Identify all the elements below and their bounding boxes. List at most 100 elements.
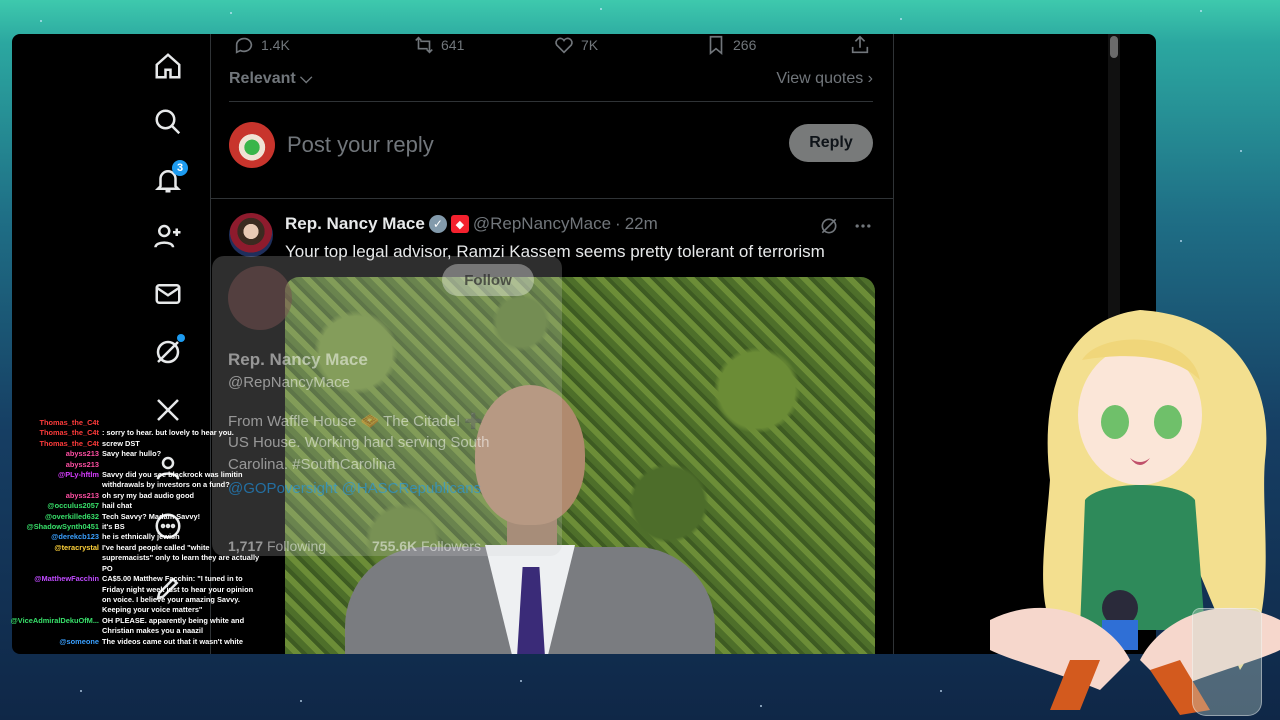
tweet-action-bar: 1.4K 641 7K 266: [231, 34, 873, 56]
follow-button[interactable]: Follow: [442, 264, 534, 296]
share-button[interactable]: [849, 34, 871, 56]
chat-text: hail chat: [102, 501, 132, 511]
chat-text: Savvy did you see blackrock was limitin …: [102, 470, 243, 490]
repost-button[interactable]: 641: [413, 34, 464, 56]
search-icon: [155, 109, 181, 135]
grok-icon[interactable]: [819, 216, 839, 236]
add-person-icon: [154, 224, 181, 248]
chat-username: @PLy-hftlm: [57, 470, 99, 480]
chat-message: abyss213 oh sry my bad audio good: [10, 491, 260, 501]
stream-chat-overlay: Thomas_the_C4t Thomas_the_C4t: sorry to h…: [10, 418, 260, 647]
view-quotes-label: View quotes: [776, 70, 864, 87]
author-handle[interactable]: @RepNancyMace: [473, 214, 611, 234]
nav-follow[interactable]: [144, 212, 192, 260]
chat-message: @MatthewFacchin CA$5.00 Matthew Facchin: …: [10, 574, 260, 616]
hover-card-bio-4: @GOPoversight @HASCRepublicans: [228, 480, 482, 497]
chat-text: it's BS: [102, 522, 125, 532]
nav-messages[interactable]: [144, 270, 192, 318]
chat-username: @someone: [59, 636, 99, 646]
reply-sort-row: Relevant ⌵ View quotes ›: [229, 68, 873, 94]
hover-card-bio-2: US House. Working hard serving South: [228, 434, 490, 451]
chat-username: @MatthewFacchin: [34, 574, 99, 584]
chat-text: oh sry my bad audio good: [102, 490, 194, 500]
chat-username: Thomas_the_C4t: [39, 428, 99, 438]
chat-message: Thomas_the_C4t: sorry to hear. but lovel…: [10, 428, 260, 438]
chat-message: @overkilled632 Tech Savvy? Madam Savvy!: [10, 512, 260, 522]
chat-username: abyss213: [65, 459, 99, 469]
like-count: 7K: [581, 37, 599, 53]
separator-dot: ·: [615, 214, 621, 233]
chat-message: @ViceAdmiralDekuOfM... OH PLEASE. apparen…: [10, 616, 260, 637]
reply-count: 1.4K: [261, 37, 290, 53]
scroll-thumb[interactable]: [1110, 36, 1118, 58]
mail-icon: [155, 284, 181, 304]
tweet-header-actions: [819, 216, 873, 236]
notifications-badge: 3: [172, 160, 188, 176]
chat-message: @PLy-hftlm Savvy did you see blackrock wa…: [10, 470, 260, 491]
sort-label: Relevant: [229, 70, 296, 87]
heart-icon: [555, 37, 573, 54]
affiliation-badge-icon: ◆: [450, 215, 469, 233]
bookmark-icon: [709, 35, 723, 56]
hover-card-followers: 755.6K Followers: [372, 538, 481, 554]
chat-username: @derekcb123: [51, 532, 99, 542]
chat-username: @occulus2057: [47, 501, 99, 511]
chat-text: Savy hear hullo?: [102, 449, 162, 459]
chat-username: @ViceAdmiralDekuOfM...: [10, 615, 99, 625]
reply-count-button[interactable]: 1.4K: [233, 34, 290, 56]
chat-message: abyss213: [10, 460, 260, 470]
following-label: Following: [266, 538, 327, 554]
comment-icon: [235, 37, 253, 54]
chat-username: @teracrystal: [54, 542, 99, 552]
share-icon: [851, 35, 869, 54]
verified-badge-icon: ✓: [428, 215, 447, 233]
chat-text: : sorry to hear. but lovely to hear you.: [102, 428, 234, 438]
hover-card-handle: @RepNancyMace: [228, 374, 350, 391]
chat-message: @someone The videos came out that it wasn…: [10, 637, 260, 647]
chat-username: abyss213: [65, 490, 99, 500]
avatar: [229, 122, 275, 168]
followers-count: 755.6K: [372, 538, 418, 554]
author-avatar[interactable]: [229, 213, 273, 257]
reply-button[interactable]: Reply: [789, 124, 873, 162]
nav-home[interactable]: [144, 42, 192, 90]
tweet-timestamp[interactable]: 22m: [625, 214, 658, 234]
bookmark-button[interactable]: 266: [705, 34, 756, 56]
chat-message: Thomas_the_C4t screw DST: [10, 439, 260, 449]
nav-explore[interactable]: [144, 98, 192, 146]
chat-message: @occulus2057 hail chat: [10, 501, 260, 511]
sort-dropdown[interactable]: Relevant ⌵: [229, 70, 312, 88]
reply-input[interactable]: Post your reply: [287, 132, 434, 158]
jar-decoration: [1192, 608, 1262, 716]
repost-icon: [415, 36, 433, 54]
chat-text: Tech Savvy? Madam Savvy!: [102, 511, 201, 521]
chat-message: @derekcb123 he is ethnically jewish: [10, 532, 260, 542]
hover-card-name: Rep. Nancy Mace: [228, 350, 368, 369]
author-name[interactable]: Rep. Nancy Mace: [285, 214, 425, 234]
grok-dot-badge: [177, 334, 185, 342]
view-quotes-link[interactable]: View quotes ›: [776, 70, 873, 88]
divider: [211, 198, 893, 199]
bookmark-count: 266: [733, 37, 757, 53]
hover-card-bio-1: From Waffle House 🧇 The Citadel ➕: [228, 413, 483, 430]
followers-label: Followers: [421, 538, 481, 554]
chat-message: abyss213 Savy hear hullo?: [10, 449, 260, 459]
nav-notifications[interactable]: 3: [144, 156, 192, 204]
repost-count: 641: [441, 37, 465, 53]
chat-username: @ShadowSynth0451: [26, 522, 99, 532]
tweet-header: Rep. Nancy Mace ✓ ◆ @RepNancyMace · 22m: [285, 214, 658, 234]
chat-username: abyss213: [65, 449, 99, 459]
like-button[interactable]: 7K: [553, 34, 598, 56]
more-options-icon[interactable]: [853, 216, 873, 236]
chat-username: @overkilled632: [44, 511, 99, 521]
chat-text: screw DST: [102, 438, 140, 448]
chat-text: I've heard people called "white supremac…: [102, 542, 260, 573]
reply-composer: Post your reply Reply: [229, 118, 873, 174]
chat-message: @teracrystal I've heard people called "wh…: [10, 543, 260, 574]
chat-username: Thomas_the_C4t: [39, 438, 99, 448]
nav-grok[interactable]: [144, 328, 192, 376]
chat-message: Thomas_the_C4t: [10, 418, 260, 428]
profile-hover-card: Follow Rep. Nancy Mace @RepNancyMace Fro…: [212, 256, 562, 556]
divider: [229, 101, 873, 102]
home-icon: [155, 53, 181, 79]
